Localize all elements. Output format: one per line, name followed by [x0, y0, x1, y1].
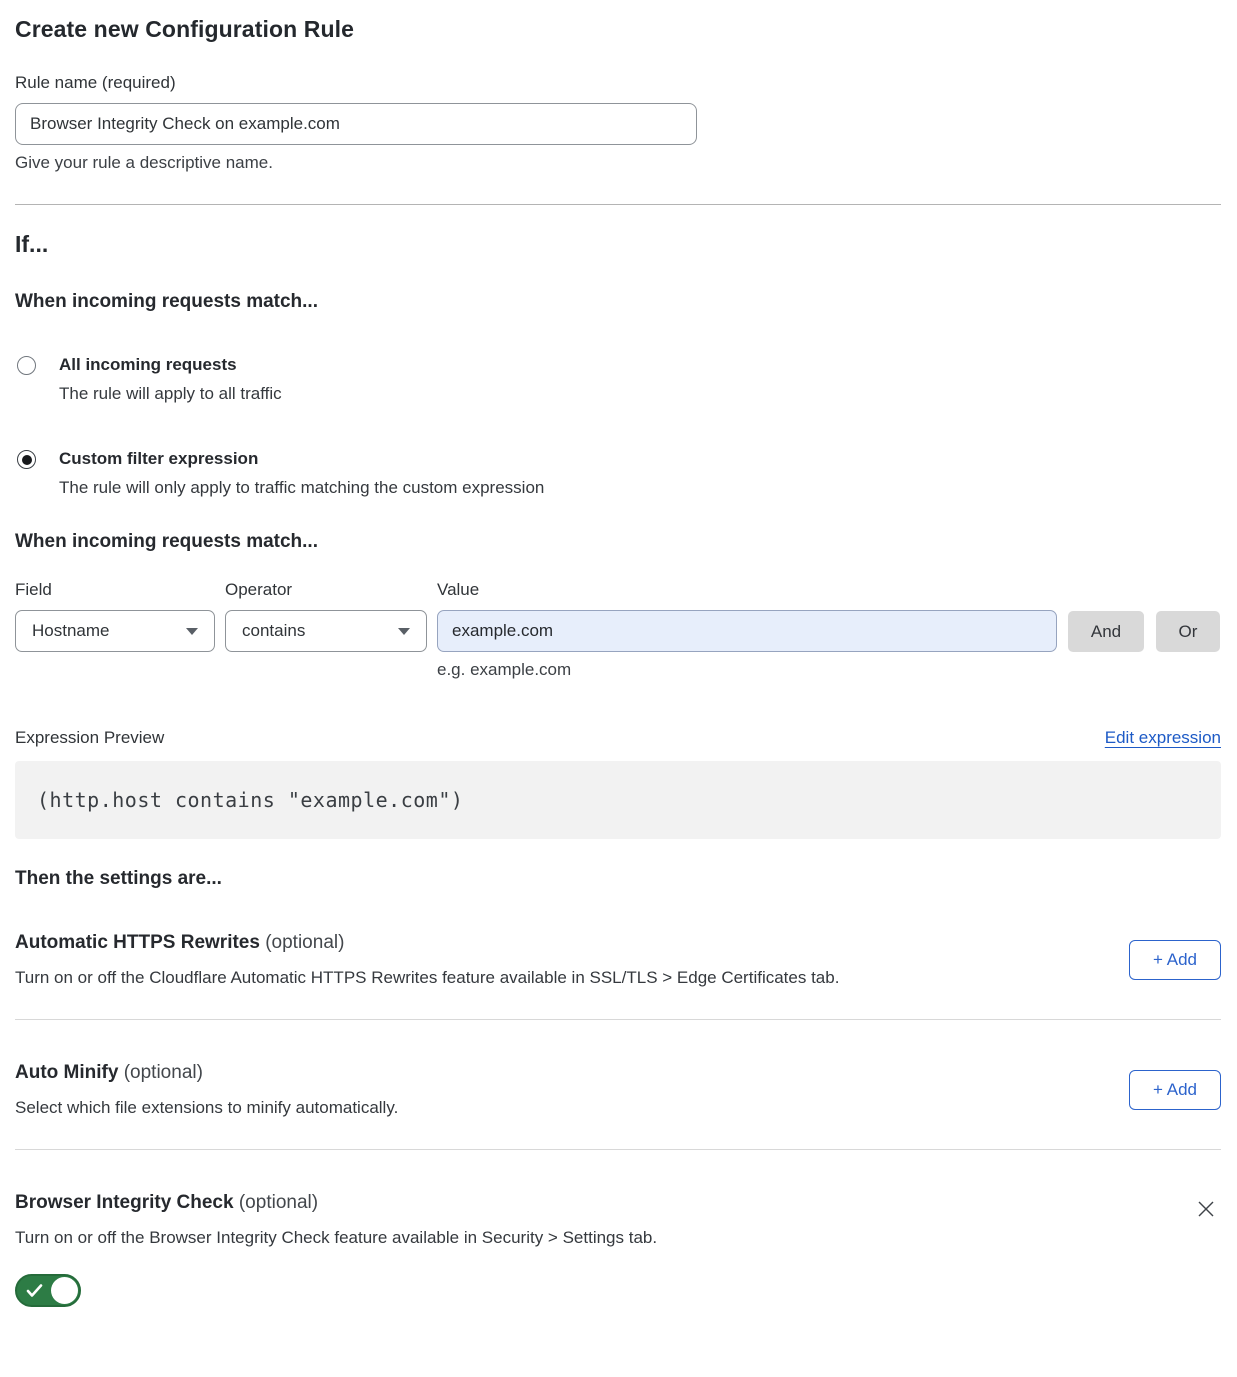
setting-optional-tag: (optional)	[124, 1062, 203, 1083]
section-divider	[15, 204, 1221, 205]
radio-option-label: Custom filter expression	[59, 449, 258, 468]
rule-name-input[interactable]	[15, 103, 697, 145]
field-column: Field Hostname	[15, 580, 215, 652]
or-button[interactable]: Or	[1156, 611, 1220, 652]
then-settings-heading: Then the settings are...	[15, 868, 1221, 890]
check-icon	[26, 1283, 43, 1298]
value-label: Value	[437, 580, 1057, 600]
create-configuration-rule-form: Create new Configuration Rule Rule name …	[0, 0, 1237, 1352]
operator-column: Operator contains	[225, 580, 427, 652]
operator-label: Operator	[225, 580, 427, 600]
setting-auto-minify: Auto Minify (optional) Select which file…	[15, 1020, 1221, 1118]
setting-title: Browser Integrity Check	[15, 1192, 234, 1213]
add-auto-minify-button[interactable]: + Add	[1129, 1070, 1221, 1110]
add-automatic-https-rewrites-button[interactable]: + Add	[1129, 940, 1221, 980]
expression-builder-heading: When incoming requests match...	[15, 531, 1221, 553]
setting-optional-tag: (optional)	[239, 1192, 318, 1213]
when-match-heading: When incoming requests match...	[15, 291, 1221, 313]
browser-integrity-check-toggle[interactable]	[15, 1274, 81, 1307]
field-select[interactable]: Hostname	[15, 610, 215, 652]
expression-code: (http.host contains "example.com")	[37, 788, 463, 812]
radio-option-all-incoming-requests[interactable]: All incoming requests The rule will appl…	[15, 355, 1221, 404]
expression-preview-label: Expression Preview	[15, 728, 164, 748]
setting-title: Auto Minify	[15, 1062, 118, 1083]
if-heading: If...	[15, 231, 1221, 258]
toggle-knob	[51, 1277, 78, 1304]
edit-expression-link[interactable]: Edit expression	[1105, 728, 1221, 748]
radio-unselected-icon[interactable]	[17, 356, 36, 375]
radio-option-custom-filter-expression[interactable]: Custom filter expression The rule will o…	[15, 449, 1221, 498]
setting-description: Select which file extensions to minify a…	[15, 1098, 1109, 1118]
setting-browser-integrity-check: Browser Integrity Check (optional) Turn …	[15, 1150, 1221, 1312]
rule-name-label: Rule name (required)	[15, 73, 1221, 93]
value-input[interactable]	[437, 610, 1057, 652]
operator-select[interactable]: contains	[225, 610, 427, 652]
expression-builder-row: Field Hostname Operator contains Value e…	[15, 580, 1221, 680]
close-icon	[1195, 1198, 1217, 1220]
radio-selected-icon[interactable]	[17, 450, 36, 469]
setting-description: Turn on or off the Cloudflare Automatic …	[15, 968, 1109, 988]
radio-option-label: All incoming requests	[59, 355, 237, 374]
chevron-down-icon	[186, 628, 198, 635]
setting-title: Automatic HTTPS Rewrites	[15, 932, 260, 953]
setting-optional-tag: (optional)	[265, 932, 344, 953]
expression-preview-code-block: (http.host contains "example.com")	[15, 761, 1221, 839]
field-label: Field	[15, 580, 215, 600]
value-helper: e.g. example.com	[437, 660, 1057, 680]
radio-option-description: The rule will apply to all traffic	[59, 384, 1221, 404]
and-button[interactable]: And	[1068, 611, 1144, 652]
remove-setting-button[interactable]	[1191, 1194, 1221, 1227]
expression-preview-row: Expression Preview Edit expression	[15, 728, 1221, 748]
value-column: Value e.g. example.com	[437, 580, 1057, 680]
operator-select-value: contains	[242, 621, 305, 641]
field-select-value: Hostname	[32, 621, 109, 641]
chevron-down-icon	[398, 628, 410, 635]
setting-automatic-https-rewrites: Automatic HTTPS Rewrites (optional) Turn…	[15, 890, 1221, 988]
page-title: Create new Configuration Rule	[15, 16, 1221, 43]
connector-buttons: And Or	[1068, 580, 1220, 652]
setting-description: Turn on or off the Browser Integrity Che…	[15, 1228, 1171, 1248]
rule-name-helper: Give your rule a descriptive name.	[15, 153, 1221, 173]
radio-option-description: The rule will only apply to traffic matc…	[59, 478, 1221, 498]
